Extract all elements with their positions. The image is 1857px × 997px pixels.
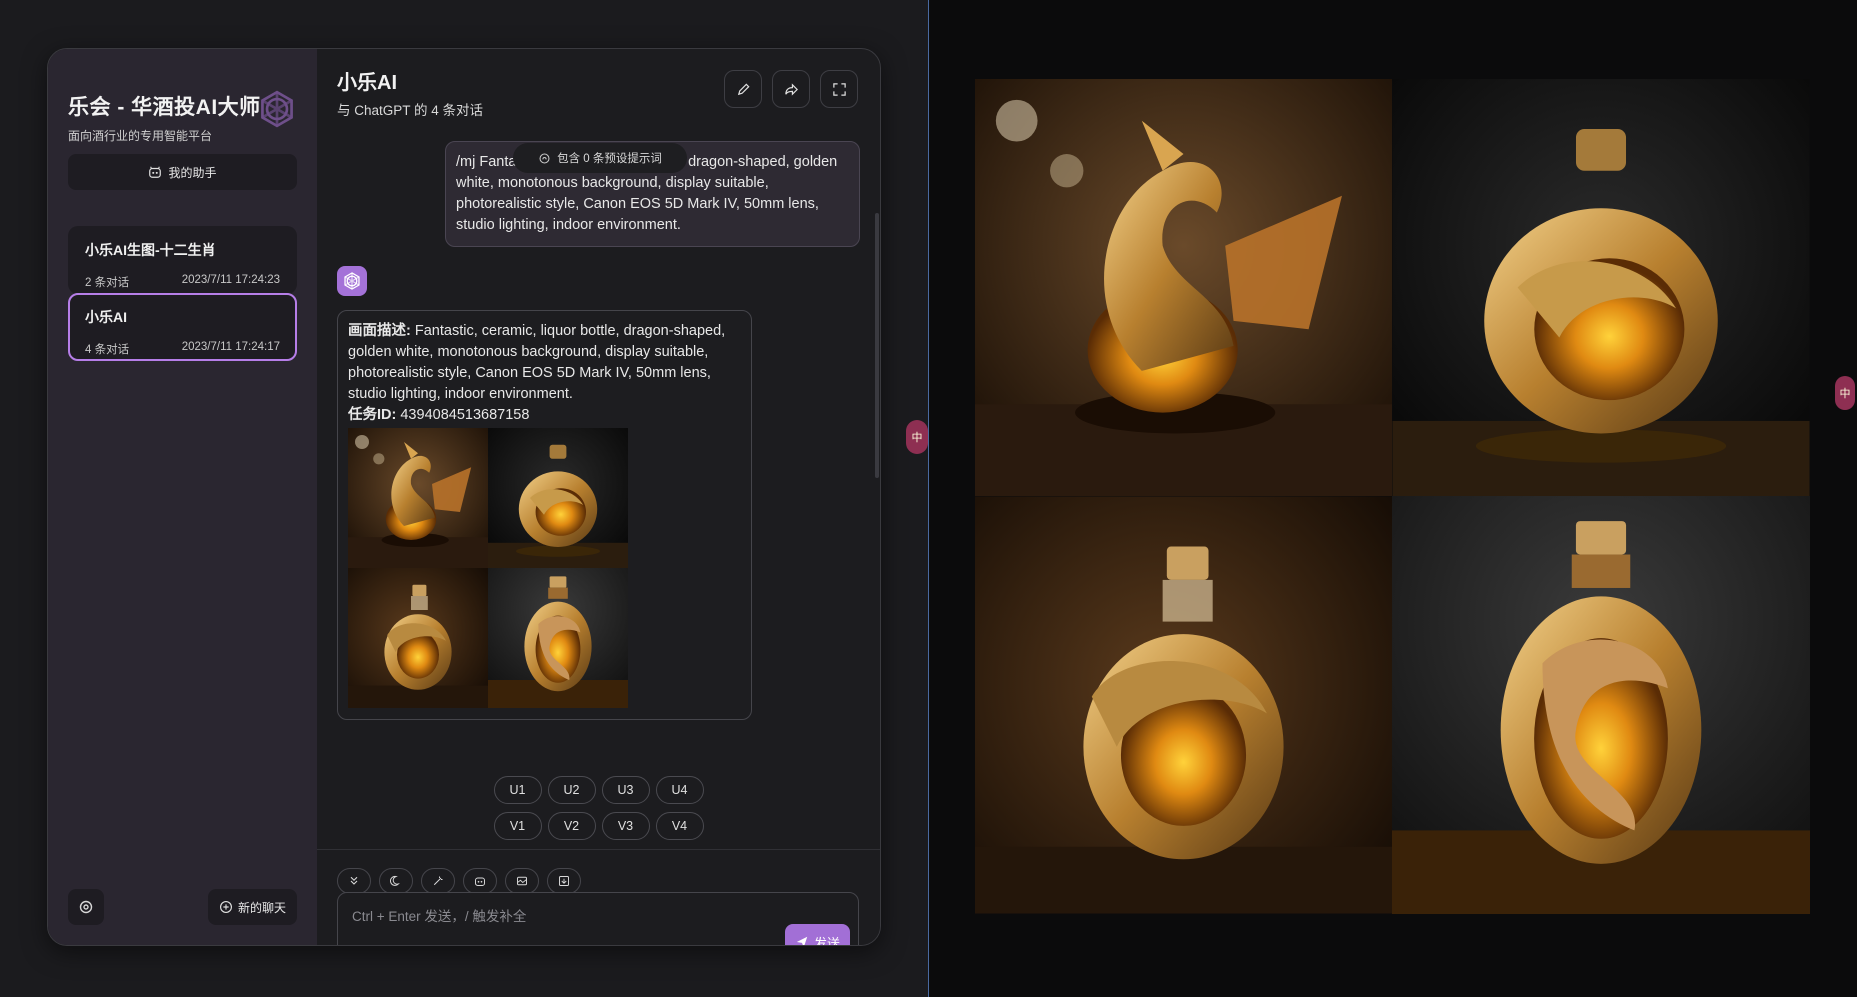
settings-button[interactable] (68, 889, 104, 925)
mask-button[interactable] (463, 868, 497, 894)
upload-button[interactable] (547, 868, 581, 894)
preset-prompts-pill[interactable]: 包含 0 条预设提示词 (513, 143, 687, 173)
theme-toggle-button[interactable] (379, 868, 413, 894)
share-button[interactable] (772, 70, 810, 108)
pencil-icon (737, 82, 750, 95)
task-id-label: 任务ID: (348, 407, 397, 423)
fullscreen-button[interactable] (820, 70, 858, 108)
message-input-placeholder: Ctrl + Enter 发送，/ 触发补全 (352, 909, 527, 924)
message-input[interactable]: Ctrl + Enter 发送，/ 触发补全 (337, 892, 859, 945)
scroll-to-bottom-button[interactable] (337, 868, 371, 894)
bot-avatar (337, 266, 367, 296)
magic-wand-icon (433, 876, 443, 886)
new-chat-button[interactable]: 新的聊天 (208, 889, 297, 925)
session-item-active[interactable]: 小乐AI 4 条对话 2023/7/11 17:24:17 (68, 293, 297, 361)
large-image-grid[interactable] (975, 79, 1810, 914)
upscale-button-row: U1 U2 U3 U4 (317, 776, 880, 804)
session-time: 2023/7/11 17:24:23 (181, 274, 280, 286)
large-image-dragon-bottle-1[interactable] (975, 79, 1392, 496)
expand-icon (832, 82, 846, 96)
u1-button[interactable]: U1 (493, 776, 542, 804)
robot-face-icon (149, 166, 162, 178)
thumbnail-dragon-bottle-3[interactable] (348, 568, 488, 708)
task-id-value: 4394084513687158 (396, 407, 530, 423)
input-area: Ctrl + Enter 发送，/ 触发补全 发送 (317, 849, 880, 945)
bot-message: 画面描述: Fantastic, ceramic, liquor bottle,… (337, 310, 752, 720)
upload-icon (559, 876, 569, 886)
result-thumbnail-grid[interactable] (348, 428, 628, 708)
v3-button[interactable]: V3 (601, 812, 650, 840)
translate-badge-right[interactable]: 中 (1835, 376, 1855, 410)
thumbnail-dragon-bottle-4[interactable] (488, 568, 628, 708)
image-icon (517, 876, 527, 886)
new-chat-label: 新的聊天 (237, 900, 286, 915)
u4-button[interactable]: U4 (655, 776, 704, 804)
description-label: 画面描述: (348, 323, 411, 339)
session-item[interactable]: 小乐AI生图-十二生肖 2 条对话 2023/7/11 17:24:23 (68, 226, 297, 294)
large-image-dragon-bottle-3[interactable] (975, 496, 1392, 914)
my-assistant-label: 我的助手 (168, 165, 217, 180)
session-time: 2023/7/11 17:24:17 (181, 341, 280, 353)
thumbnail-dragon-bottle-2[interactable] (488, 428, 628, 568)
share-arrow-icon (784, 82, 798, 96)
double-chevron-down-icon (350, 876, 358, 885)
plus-circle-icon (219, 901, 232, 913)
image-button[interactable] (505, 868, 539, 894)
robot-face-icon (475, 877, 485, 886)
send-label: 发送 (813, 935, 840, 946)
chat-title: 小乐AI (337, 72, 397, 94)
session-title: 小乐AI (85, 309, 127, 325)
chat-panel: 小乐AI 与 ChatGPT 的 4 条对话 /mj Fantastic, ce… (317, 49, 880, 945)
prompt-icon (539, 153, 550, 163)
chat-scrollbar[interactable] (875, 213, 879, 478)
preset-prompts-label: 包含 0 条预设提示词 (557, 153, 662, 165)
openai-logo-icon (341, 270, 363, 292)
chat-subtitle: 与 ChatGPT 的 4 条对话 (337, 103, 484, 118)
prompt-magic-button[interactable] (421, 868, 455, 894)
session-count: 2 条对话 (85, 277, 130, 289)
moon-icon (390, 875, 400, 886)
large-image-dragon-bottle-4[interactable] (1392, 496, 1810, 914)
thumbnail-dragon-bottle-1[interactable] (348, 428, 488, 568)
translate-badge[interactable]: 中 (906, 420, 928, 454)
image-viewer-pane: 中 (929, 0, 1857, 997)
my-assistant-button[interactable]: 我的助手 (68, 154, 297, 190)
session-title: 小乐AI生图-十二生肖 (85, 242, 216, 258)
chat-app-pane: 乐会 - 华酒投AI大师 面向酒行业的专用智能平台 我的助手 小乐AI生图-十二… (0, 0, 928, 997)
paper-plane-icon (796, 936, 808, 945)
large-image-dragon-bottle-2[interactable] (1392, 79, 1810, 496)
gear-icon (79, 900, 93, 914)
send-button[interactable]: 发送 (785, 924, 850, 946)
u2-button[interactable]: U2 (547, 776, 596, 804)
u3-button[interactable]: U3 (601, 776, 650, 804)
session-count: 4 条对话 (85, 344, 130, 356)
edit-title-button[interactable] (724, 70, 762, 108)
v4-button[interactable]: V4 (655, 812, 704, 840)
app-window: 乐会 - 华酒投AI大师 面向酒行业的专用智能平台 我的助手 小乐AI生图-十二… (47, 48, 881, 946)
sidebar: 乐会 - 华酒投AI大师 面向酒行业的专用智能平台 我的助手 小乐AI生图-十二… (48, 49, 317, 945)
openai-logo-icon (254, 86, 300, 132)
v2-button[interactable]: V2 (547, 812, 596, 840)
v1-button[interactable]: V1 (493, 812, 542, 840)
variation-button-row: V1 V2 V3 V4 (317, 812, 880, 840)
